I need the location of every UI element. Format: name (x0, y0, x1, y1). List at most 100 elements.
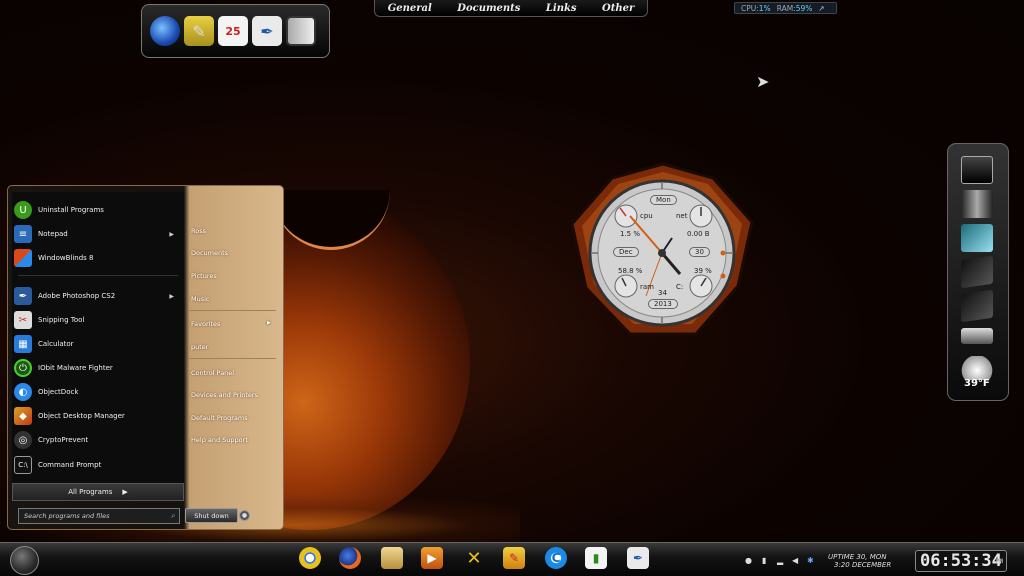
start-menu: U Uninstall Programs ≡ Notepad ▶ WindowB… (7, 185, 284, 530)
gadget-day: Mon (650, 195, 677, 205)
ram-meter: RAM:59% (776, 3, 813, 13)
search-icon[interactable]: ⌕ (171, 511, 175, 521)
submenu-arrow-icon: ▶ (169, 230, 174, 238)
cryptoprevent-icon: ◎ (14, 431, 32, 449)
right-divider (188, 358, 276, 359)
photoshop-icon: ✒ (14, 287, 32, 305)
ccleaner-icon[interactable]: C (545, 547, 567, 569)
right-item-help-support[interactable]: Help and Support (191, 436, 248, 444)
menu-item-photoshop[interactable]: ✒ Adobe Photoshop CS2 ▶ (14, 285, 180, 307)
menu-item-uninstall[interactable]: U Uninstall Programs (14, 199, 180, 221)
right-item-control-panel[interactable]: Control Panel (191, 369, 234, 377)
gadget-cpu-label: cpu (640, 212, 653, 220)
shutdown-button[interactable]: Shut down (185, 508, 238, 523)
shutdown-options-icon[interactable]: ● (239, 510, 250, 521)
gadget-disk-label: C: (676, 283, 684, 291)
tab-links[interactable]: Links (546, 3, 577, 14)
menu-divider (18, 275, 178, 276)
right-item-default-programs[interactable]: Default Programs (191, 414, 248, 422)
weather-cloud-icon[interactable] (961, 356, 993, 380)
menu-item-objectdock[interactable]: ◐ ObjectDock (14, 381, 180, 403)
right-item-documents[interactable]: Documents (191, 249, 228, 257)
folder-icon[interactable] (961, 255, 993, 289)
calendar-icon[interactable]: 25 (218, 16, 248, 46)
menu-item-object-desktop[interactable]: ◆ Object Desktop Manager (14, 405, 180, 427)
all-programs-button[interactable]: All Programs ▶ (12, 483, 184, 501)
scissors-icon: ✂ (14, 311, 32, 329)
top-tab-bar: General Documents Links Other (374, 0, 648, 17)
right-divider (188, 310, 276, 311)
clock-ampm: PM (995, 558, 1003, 565)
volume-icon[interactable]: ◀ (792, 557, 800, 565)
explorer-icon[interactable] (381, 547, 403, 569)
gadget-month: Dec (613, 247, 639, 257)
tab-other[interactable]: Other (602, 3, 634, 14)
gadget-cpu-value: 1.5 % (620, 230, 641, 238)
objectdock-icon: ◐ (14, 383, 32, 401)
recycle-bin-icon[interactable] (961, 224, 993, 252)
menu-item-notepad[interactable]: ≡ Notepad ▶ (14, 223, 180, 245)
feather-icon[interactable]: ✒ (627, 547, 649, 569)
menu-item-windowblinds[interactable]: WindowBlinds 8 (14, 247, 180, 269)
object-desktop-icon: ◆ (14, 407, 32, 425)
right-item-music[interactable]: Music (191, 295, 210, 303)
clock-gadget[interactable]: Mon cpu net 1.5 % 0.00 B Dec 30 58.8 % 3… (568, 158, 758, 343)
pen-icon[interactable] (961, 328, 993, 344)
menu-item-cryptoprevent[interactable]: ◎ CryptoPrevent (14, 429, 180, 451)
gadget-net-value: 0.00 B (687, 230, 710, 238)
tab-general[interactable]: General (388, 3, 432, 14)
google-earth-icon[interactable] (150, 16, 180, 46)
gadget-net-label: net (676, 212, 688, 220)
paint-icon[interactable]: ✎ (503, 547, 525, 569)
right-item-favorites[interactable]: Favorites ▶ (191, 320, 271, 328)
menu-item-snipping-tool[interactable]: ✂ Snipping Tool (14, 309, 180, 331)
right-item-devices-printers[interactable]: Devices and Printers (191, 391, 258, 399)
network-signal-icon[interactable]: ▂ (777, 557, 785, 565)
notepad-icon: ≡ (14, 225, 32, 243)
menu-item-iobit[interactable]: ⏻ IObit Malware Fighter (14, 357, 180, 379)
feather-icon[interactable]: ✒ (252, 16, 282, 46)
start-button[interactable] (10, 546, 39, 575)
firefox-icon[interactable] (339, 547, 361, 569)
side-dock: 39°F (947, 143, 1009, 401)
right-item-ross[interactable]: Ross (191, 227, 206, 235)
top-dock: ✎ 25 ✒ (141, 4, 330, 58)
menu-item-calculator[interactable]: ▦ Calculator (14, 333, 180, 355)
tools-icon[interactable] (961, 190, 993, 218)
bluetooth-icon[interactable]: ✱ (807, 557, 815, 565)
uptime-line1: UPTIME 30, MON (828, 553, 887, 561)
gadget-year: 2013 (648, 299, 678, 309)
book-icon[interactable] (286, 16, 316, 46)
taskmgr-icon[interactable]: ▮ (585, 547, 607, 569)
expand-arrow-icon[interactable]: ↗ (818, 4, 824, 13)
gadget-disk-value: 39 % (694, 267, 712, 275)
folder-icon[interactable] (961, 289, 993, 323)
right-item-computer[interactable]: puter (191, 343, 208, 351)
calculator-icon: ▦ (14, 335, 32, 353)
gadget-frame (570, 162, 754, 336)
monitor-icon[interactable] (961, 156, 993, 184)
gadget-ram-label: ram (640, 283, 654, 291)
cmd-icon: C:\ (14, 456, 32, 474)
tools-icon[interactable]: ✕ (463, 547, 485, 569)
paint-bucket-icon[interactable]: ✎ (184, 16, 214, 46)
windowblinds-icon (14, 249, 32, 267)
gadget-ram-value: 58.8 % (618, 267, 643, 275)
iobit-icon: ⏻ (14, 359, 32, 377)
clock-time: 06:53:34 (920, 551, 1002, 571)
search-input[interactable]: Search programs and files ⌕ (18, 508, 180, 524)
right-item-pictures[interactable]: Pictures (191, 272, 217, 280)
battery-icon[interactable]: ▮ (762, 557, 770, 565)
show-hidden-icons[interactable]: ● (745, 557, 753, 565)
uninstall-icon: U (14, 201, 32, 219)
taskbar-clock[interactable]: 06:53:34 PM (915, 550, 1007, 572)
uptime-line2: 3:20 DECEMBER (834, 561, 892, 569)
gadget-minute: 34 (658, 289, 667, 297)
gadget-date: 30 (689, 247, 710, 257)
menu-item-command-prompt[interactable]: C:\ Command Prompt (14, 454, 180, 476)
submenu-arrow-icon: ▶ (267, 320, 271, 326)
chevron-right-icon: ▶ (122, 488, 128, 496)
media-player-icon[interactable]: ▶ (421, 547, 443, 569)
chrome-icon[interactable] (299, 547, 321, 569)
tab-documents[interactable]: Documents (457, 3, 520, 14)
